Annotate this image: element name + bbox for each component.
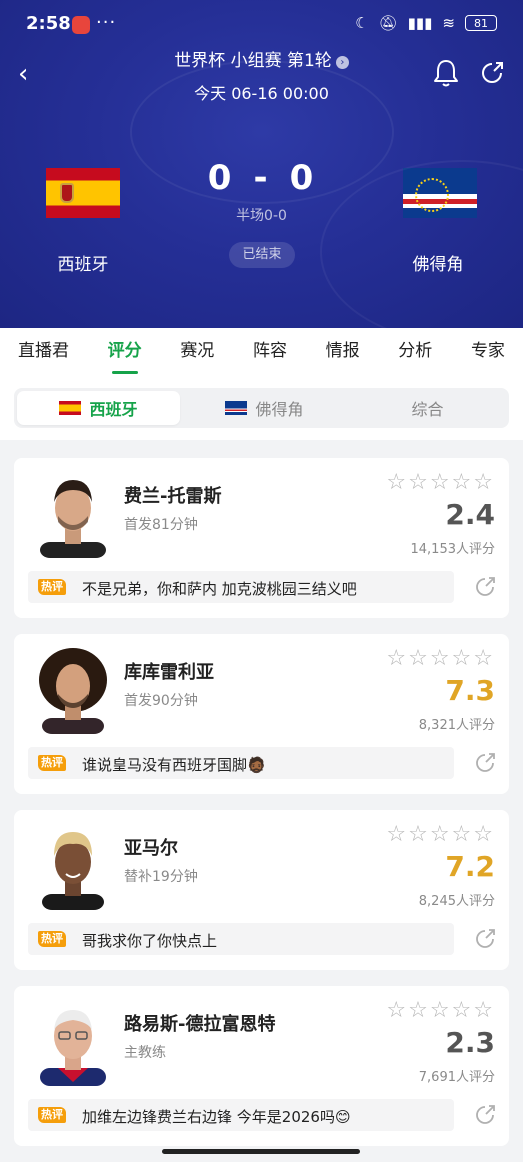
hot-comment-text: 谁说皇马没有西班牙国脚🧔🏾 [82,756,266,774]
share-icon[interactable] [473,927,497,951]
away-team-name[interactable]: 佛得角 [368,250,508,275]
chevron-right-icon: › [335,56,349,69]
match-title-text: 世界杯 小组赛 第1轮 [174,51,332,71]
rating-count: 8,245人评分 [418,894,495,909]
player-avatar [39,648,107,734]
share-icon[interactable] [473,575,497,599]
coach-avatar [40,1010,106,1086]
tab-live[interactable]: 直播君 [18,328,69,376]
tab-match-events[interactable]: 赛况 [180,328,214,376]
player-name: 亚马尔 [124,838,178,859]
player-rating: 2.4 [445,498,495,531]
tab-lineup[interactable]: 阵容 [253,328,287,376]
rating-count: 8,321人评分 [418,718,495,733]
player-rating-card[interactable]: 路易斯-德拉富恩特 主教练 ☆☆☆☆☆ 2.3 7,691人评分 热评 加维左边… [14,986,509,1146]
hot-comment[interactable]: 热评 谁说皇马没有西班牙国脚🧔🏾 [28,747,454,779]
scoreline: 0-0 [0,158,523,198]
player-rating-card[interactable]: 亚马尔 替补19分钟 ☆☆☆☆☆ 7.2 8,245人评分 热评 哥我求你了你快… [14,810,509,970]
segment-spain[interactable]: 西班牙 [17,391,180,425]
mute-icon: 🔕︎ [378,14,398,32]
cape-verde-flag [403,168,477,218]
more-notifications-icon: ··· [96,12,117,33]
rating-stars[interactable]: ☆☆☆☆☆ [386,646,495,671]
away-score: 0 [289,158,316,198]
share-icon[interactable] [473,1103,497,1127]
spain-flag-icon [59,401,82,415]
tab-ratings[interactable]: 评分 [108,328,142,376]
hot-comment-text: 不是兄弟，你和萨内 加克波桃园三结义吧 [82,580,357,598]
home-score: 0 [207,158,234,198]
segment-label: 佛得角 [255,400,304,419]
match-header: 2:58 ··· ☾ 🔕︎ ▮▮▮ ≋ 81 ‹ 世界杯 小组赛 第1轮 › 今天… [0,0,523,328]
hot-comment[interactable]: 热评 加维左边锋费兰右边锋 今年是2026吗😊 [28,1099,454,1131]
player-name: 费兰-托雷斯 [124,486,222,507]
cape-verde-flag-icon [225,401,248,415]
team-filter: 西班牙 佛得角 综合 [0,376,523,440]
status-time: 2:58 [26,13,71,34]
moon-icon: ☾ [355,14,369,32]
tab-intel[interactable]: 情报 [326,328,360,376]
player-rating: 7.2 [445,850,495,883]
match-ratings-screen: 2:58 ··· ☾ 🔕︎ ▮▮▮ ≋ 81 ‹ 世界杯 小组赛 第1轮 › 今天… [0,0,523,1162]
hot-comment[interactable]: 热评 不是兄弟，你和萨内 加克波桃园三结义吧 [28,571,454,603]
app-notification-icon [72,16,90,34]
signal-icon: ▮▮▮ [407,14,433,32]
player-role: 主教练 [124,1045,166,1061]
halftime-score: 半场0-0 [236,208,287,224]
segment-label: 西班牙 [89,400,138,419]
score-separator: - [253,158,270,198]
tab-bar: 直播君 评分 赛况 阵容 情报 分析 专家 [0,328,523,376]
battery-icon: 81 [465,15,497,31]
status-icons: ☾ 🔕︎ ▮▮▮ ≋ 81 [355,14,497,32]
player-name: 库库雷利亚 [124,662,214,683]
bell-icon[interactable] [433,58,459,88]
rating-stars[interactable]: ☆☆☆☆☆ [386,470,495,495]
hot-comment-text: 加维左边锋费兰右边锋 今年是2026吗😊 [82,1108,351,1126]
match-status-badge: 已结束 [229,242,295,268]
player-minutes: 首发81分钟 [124,517,198,533]
hot-comment-tag: 热评 [38,579,66,595]
rating-stars[interactable]: ☆☆☆☆☆ [386,998,495,1023]
share-icon[interactable] [479,60,505,86]
player-rating-card[interactable]: 费兰-托雷斯 首发81分钟 ☆☆☆☆☆ 2.4 14,153人评分 热评 不是兄… [14,458,509,618]
hot-comment[interactable]: 热评 哥我求你了你快点上 [28,923,454,955]
team-segment-control: 西班牙 佛得角 综合 [14,388,509,428]
segment-cape-verde[interactable]: 佛得角 [183,388,346,428]
segment-label: 综合 [411,400,444,419]
player-minutes: 首发90分钟 [124,693,198,709]
player-rating: 2.3 [445,1026,495,1059]
player-rating: 7.3 [445,674,495,707]
hot-comment-text: 哥我求你了你快点上 [82,932,218,950]
wifi-icon: ≋ [442,14,455,32]
player-rating-card[interactable]: 库库雷利亚 首发90分钟 ☆☆☆☆☆ 7.3 8,321人评分 热评 谁说皇马没… [14,634,509,794]
home-team-name[interactable]: 西班牙 [13,250,153,275]
segment-overall[interactable]: 综合 [346,388,509,428]
rating-count: 14,153人评分 [410,542,496,557]
player-avatar [42,832,104,910]
share-icon[interactable] [473,751,497,775]
rating-count: 7,691人评分 [418,1070,495,1085]
player-minutes: 替补19分钟 [124,869,198,885]
tab-experts[interactable]: 专家 [471,328,505,376]
rating-stars[interactable]: ☆☆☆☆☆ [386,822,495,847]
player-name: 路易斯-德拉富恩特 [124,1014,276,1035]
hot-comment-tag: 热评 [38,931,66,947]
status-bar: 2:58 ··· ☾ 🔕︎ ▮▮▮ ≋ 81 [0,12,523,40]
hot-comment-tag: 热评 [38,1107,66,1123]
tab-analysis[interactable]: 分析 [398,328,432,376]
player-avatar [40,480,106,558]
home-indicator[interactable] [162,1149,360,1154]
hot-comment-tag: 热评 [38,755,66,771]
